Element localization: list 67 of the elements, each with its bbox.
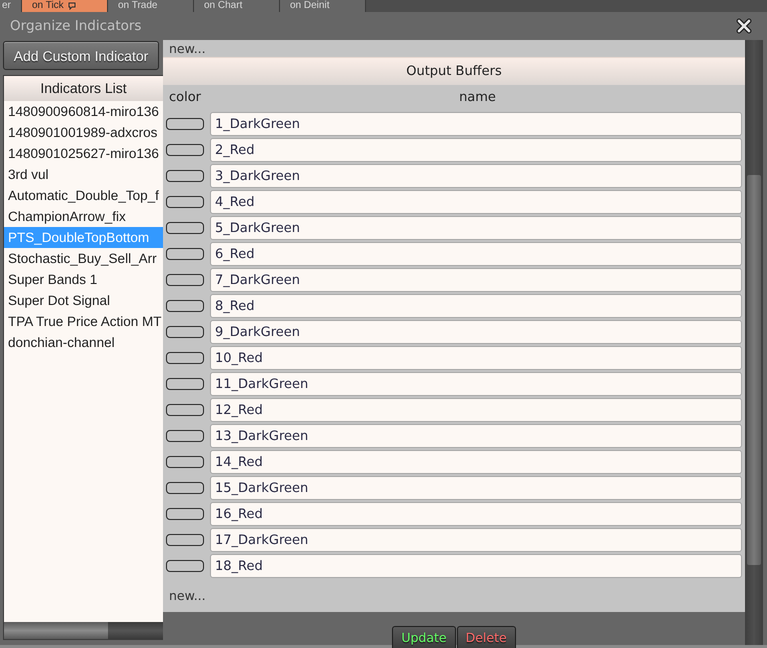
- buffer-name-field[interactable]: 2_Red: [210, 138, 742, 162]
- add-custom-indicator-button[interactable]: Add Custom Indicator: [3, 41, 159, 70]
- update-button[interactable]: Update: [392, 626, 456, 648]
- color-picker-button[interactable]: [166, 196, 204, 208]
- color-picker-button[interactable]: [166, 456, 204, 468]
- indicator-list-item[interactable]: TPA True Price Action MT: [4, 311, 163, 332]
- color-picker-button[interactable]: [166, 404, 204, 416]
- background-tab[interactable]: on Deinit: [280, 0, 366, 12]
- buffer-name-field[interactable]: 4_Red: [210, 190, 742, 214]
- column-header: name: [458, 90, 497, 105]
- indicator-list-item[interactable]: 1480901001989-adxcros: [4, 122, 163, 143]
- buffer-name-field[interactable]: 5_DarkGreen: [210, 216, 742, 240]
- scrollbar-thumb[interactable]: [747, 175, 761, 565]
- color-picker-button[interactable]: [166, 248, 204, 260]
- color-picker-button[interactable]: [166, 300, 204, 312]
- color-picker-button[interactable]: [166, 378, 204, 390]
- color-picker-button[interactable]: [166, 508, 204, 520]
- new-buffer-link[interactable]: new...: [169, 588, 206, 602]
- color-picker-button[interactable]: [166, 352, 204, 364]
- buffer-name-field[interactable]: 13_DarkGreen: [210, 424, 742, 448]
- indicator-list-item[interactable]: ChampionArrow_fix: [4, 206, 163, 227]
- color-picker-button[interactable]: [166, 560, 204, 572]
- indicator-list-item[interactable]: donchian-channel: [4, 332, 163, 353]
- background-tab[interactable]: on Trade: [108, 0, 194, 12]
- color-picker-button[interactable]: [166, 170, 204, 182]
- vertical-scrollbar[interactable]: [745, 40, 763, 645]
- buffer-name-field[interactable]: 10_Red: [210, 346, 742, 370]
- buffer-name-field[interactable]: 7_DarkGreen: [210, 268, 742, 292]
- buffer-name-field[interactable]: 16_Red: [210, 502, 742, 526]
- close-icon[interactable]: [736, 18, 752, 34]
- background-tab[interactable]: er: [0, 0, 22, 12]
- speech-bubble-icon: [68, 2, 76, 10]
- list-header: Indicators List: [4, 76, 163, 101]
- buffer-name-field[interactable]: 6_Red: [210, 242, 742, 266]
- buffer-name-field[interactable]: 8_Red: [210, 294, 742, 318]
- buffer-name-field[interactable]: 9_DarkGreen: [210, 320, 742, 344]
- indicator-list-item[interactable]: Stochastic_Buy_Sell_Arr: [4, 248, 163, 269]
- buffer-name-field[interactable]: 17_DarkGreen: [210, 528, 742, 552]
- buffer-name-field[interactable]: 3_DarkGreen: [210, 164, 742, 188]
- buffer-name-field[interactable]: 1_DarkGreen: [210, 112, 742, 136]
- buffer-name-field[interactable]: 15_DarkGreen: [210, 476, 742, 500]
- buffer-name-field[interactable]: 12_Red: [210, 398, 742, 422]
- indicator-list-item[interactable]: Super Dot Signal: [4, 290, 163, 311]
- indicator-list-item[interactable]: 3rd vul: [4, 164, 163, 185]
- output-buffers-header: Output Buffers: [163, 57, 745, 85]
- indicator-list-item[interactable]: 1480900960814-miro136: [4, 101, 163, 122]
- buffer-name-field[interactable]: 11_DarkGreen: [210, 372, 742, 396]
- indicator-list-item[interactable]: Automatic_Double_Top_f: [4, 185, 163, 206]
- color-picker-button[interactable]: [166, 534, 204, 546]
- window-title: Organize Indicators: [10, 18, 142, 34]
- color-picker-button[interactable]: [166, 118, 204, 130]
- color-picker-button[interactable]: [166, 274, 204, 286]
- background-tab[interactable]: on Tick: [22, 0, 108, 12]
- indicator-list-item[interactable]: Super Bands 1: [4, 269, 163, 290]
- column-header: color: [168, 90, 202, 105]
- color-picker-button[interactable]: [166, 430, 204, 442]
- background-tab[interactable]: on Chart: [194, 0, 280, 12]
- new-buffer-link[interactable]: new...: [169, 41, 206, 56]
- buffer-name-field[interactable]: 14_Red: [210, 450, 742, 474]
- horizontal-scrollbar[interactable]: [4, 622, 163, 639]
- color-picker-button[interactable]: [166, 326, 204, 338]
- color-picker-button[interactable]: [166, 482, 204, 494]
- color-picker-button[interactable]: [166, 144, 204, 156]
- scrollbar-thumb[interactable]: [4, 622, 108, 639]
- color-picker-button[interactable]: [166, 222, 204, 234]
- buffer-name-field[interactable]: 18_Red: [210, 554, 742, 578]
- indicator-list-item[interactable]: 1480901025627-miro136: [4, 143, 163, 164]
